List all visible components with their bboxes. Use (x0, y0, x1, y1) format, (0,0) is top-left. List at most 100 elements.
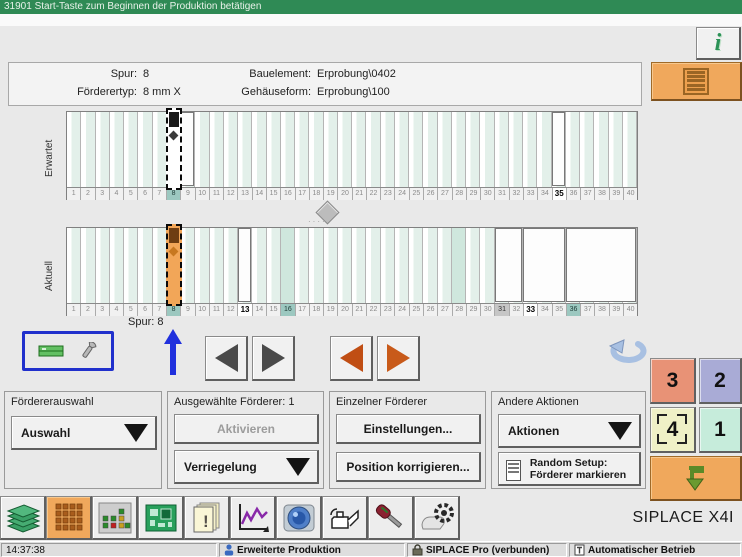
slot-column-28[interactable] (452, 112, 466, 187)
track-prev-button[interactable] (205, 336, 248, 381)
feeder-prev-button[interactable] (330, 336, 373, 381)
slot-column-19[interactable] (324, 112, 338, 187)
slot-number-10[interactable]: 10 (196, 304, 210, 316)
slot-number-20[interactable]: 20 (338, 304, 352, 316)
toolbar-button-maintenance[interactable] (322, 496, 368, 540)
slot-number-16[interactable]: 16 (281, 188, 295, 200)
slot-column-39[interactable] (609, 112, 623, 187)
slot-column-32[interactable] (509, 112, 523, 187)
slot-number-18[interactable]: 18 (310, 304, 324, 316)
feeder-block-slot-36[interactable] (566, 228, 636, 302)
slot-column-15[interactable] (267, 228, 281, 303)
slot-number-6[interactable]: 6 (138, 304, 152, 316)
slot-column-14[interactable] (252, 112, 266, 187)
toolbar-button-tools[interactable] (368, 496, 414, 540)
head-button-3[interactable]: 3 (650, 358, 696, 404)
slot-column-27[interactable] (438, 112, 452, 187)
slot-column-4[interactable] (110, 112, 124, 187)
toolbar-button-feeder-table[interactable] (46, 496, 92, 540)
slot-number-36[interactable]: 36 (567, 188, 581, 200)
slot-column-10[interactable] (195, 112, 209, 187)
slot-column-4[interactable] (110, 228, 124, 303)
slot-number-16[interactable]: 16 (281, 304, 295, 316)
slot-number-3[interactable]: 3 (96, 188, 110, 200)
slot-number-38[interactable]: 38 (595, 188, 609, 200)
slot-number-14[interactable]: 14 (253, 188, 267, 200)
slot-column-36[interactable] (566, 112, 580, 187)
toolbar-button-jobs[interactable] (0, 496, 46, 540)
slot-column-2[interactable] (81, 112, 95, 187)
view-menu-button[interactable] (651, 62, 742, 101)
slot-number-33[interactable]: 33 (524, 188, 538, 200)
slot-number-33[interactable]: 33 (524, 304, 538, 316)
slot-number-6[interactable]: 6 (138, 188, 152, 200)
slot-number-22[interactable]: 22 (367, 304, 381, 316)
slot-column-33[interactable] (523, 112, 537, 187)
toolbar-button-setup[interactable] (414, 496, 460, 540)
aktivieren-button[interactable]: Aktivieren (174, 414, 319, 444)
slot-column-6[interactable] (138, 112, 152, 187)
slot-number-11[interactable]: 11 (210, 188, 224, 200)
slot-column-13[interactable] (238, 112, 252, 187)
slot-number-24[interactable]: 24 (395, 304, 409, 316)
slot-column-5[interactable] (124, 112, 138, 187)
slot-column-30[interactable] (480, 228, 494, 303)
slot-column-27[interactable] (438, 228, 452, 303)
feeder-block-slot-35[interactable] (552, 112, 565, 186)
slot-number-25[interactable]: 25 (410, 188, 424, 200)
toolbar-button-statistics[interactable] (230, 496, 276, 540)
slot-column-1[interactable] (67, 228, 81, 303)
slot-column-26[interactable] (423, 228, 437, 303)
slot-column-24[interactable] (395, 228, 409, 303)
slot-column-16[interactable] (281, 112, 295, 187)
slot-column-10[interactable] (195, 228, 209, 303)
slot-column-34[interactable] (537, 112, 551, 187)
slot-number-28[interactable]: 28 (453, 304, 467, 316)
slot-column-16[interactable] (281, 228, 295, 303)
slot-column-40[interactable] (623, 112, 637, 187)
feeder-block-slot-33[interactable] (523, 228, 565, 302)
slot-column-7[interactable] (153, 112, 167, 187)
slot-column-3[interactable] (96, 228, 110, 303)
slot-column-21[interactable] (352, 112, 366, 187)
slot-number-4[interactable]: 4 (110, 304, 124, 316)
slot-number-23[interactable]: 23 (381, 188, 395, 200)
head-button-4-selected[interactable]: 4 (650, 407, 696, 453)
slot-column-12[interactable] (224, 228, 238, 303)
einstellungen-button[interactable]: Einstellungen... (336, 414, 481, 444)
slot-number-22[interactable]: 22 (367, 188, 381, 200)
slot-column-28[interactable] (452, 228, 466, 303)
slot-number-23[interactable]: 23 (381, 304, 395, 316)
slot-column-26[interactable] (423, 112, 437, 187)
slot-number-19[interactable]: 19 (324, 188, 338, 200)
slot-column-23[interactable] (381, 112, 395, 187)
slot-number-5[interactable]: 5 (124, 304, 138, 316)
slot-number-11[interactable]: 11 (210, 304, 224, 316)
position-korrigieren-button[interactable]: Position korrigieren... (336, 452, 481, 482)
slot-number-35[interactable]: 35 (553, 304, 567, 316)
slot-number-9[interactable]: 9 (181, 304, 195, 316)
slot-number-40[interactable]: 40 (624, 304, 637, 316)
slot-column-11[interactable] (210, 228, 224, 303)
feeder-block-slot-9[interactable] (181, 112, 194, 186)
slot-number-37[interactable]: 37 (581, 188, 595, 200)
slot-column-11[interactable] (210, 112, 224, 187)
slot-number-34[interactable]: 34 (538, 188, 552, 200)
slot-number-2[interactable]: 2 (81, 188, 95, 200)
slot-number-13[interactable]: 13 (238, 304, 252, 316)
slot-column-17[interactable] (295, 112, 309, 187)
slot-number-17[interactable]: 17 (296, 188, 310, 200)
slot-number-39[interactable]: 39 (610, 304, 624, 316)
slot-column-17[interactable] (295, 228, 309, 303)
slot-number-24[interactable]: 24 (395, 188, 409, 200)
slot-number-9[interactable]: 9 (181, 188, 195, 200)
slot-column-25[interactable] (409, 228, 423, 303)
slot-number-20[interactable]: 20 (338, 188, 352, 200)
toolbar-button-messages[interactable]: ! (184, 496, 230, 540)
random-setup-button[interactable]: Random Setup: Förderer markieren (498, 452, 641, 486)
slot-column-9[interactable] (181, 228, 195, 303)
slot-number-28[interactable]: 28 (453, 188, 467, 200)
slot-number-25[interactable]: 25 (410, 304, 424, 316)
slot-column-30[interactable] (480, 112, 494, 187)
toolbar-button-component-status[interactable] (92, 496, 138, 540)
